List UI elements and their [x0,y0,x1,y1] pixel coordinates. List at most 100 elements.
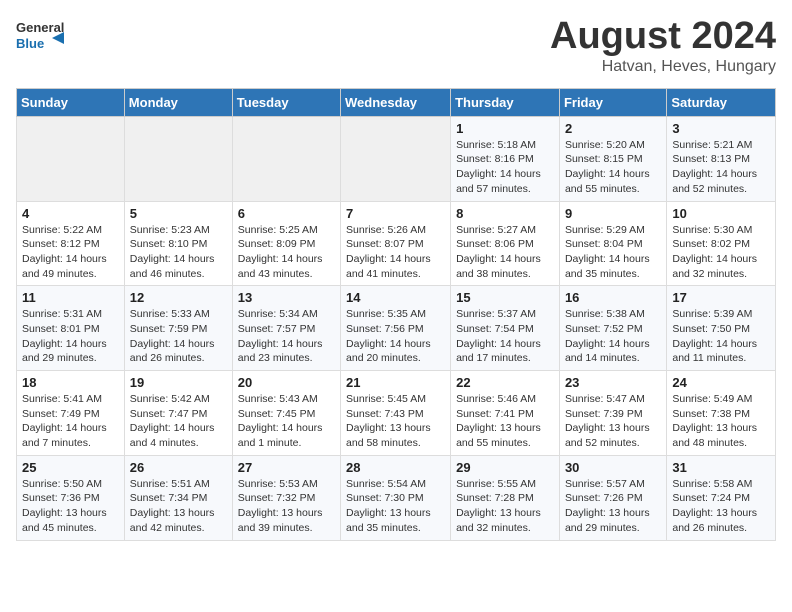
calendar-cell: 26 Sunrise: 5:51 AM Sunset: 7:34 PM Dayli… [124,455,232,540]
day-detail: Sunrise: 5:20 AM Sunset: 8:15 PM Dayligh… [565,138,661,197]
calendar-cell: 27 Sunrise: 5:53 AM Sunset: 7:32 PM Dayli… [232,455,340,540]
calendar-cell: 30 Sunrise: 5:57 AM Sunset: 7:26 PM Dayli… [559,455,666,540]
day-number: 18 [22,375,119,390]
calendar-cell: 3 Sunrise: 5:21 AM Sunset: 8:13 PM Daylig… [667,116,776,201]
weekday-header-row: SundayMondayTuesdayWednesdayThursdayFrid… [17,88,776,116]
day-number: 10 [672,206,770,221]
day-number: 6 [238,206,335,221]
day-detail: Sunrise: 5:23 AM Sunset: 8:10 PM Dayligh… [130,223,227,282]
day-detail: Sunrise: 5:47 AM Sunset: 7:39 PM Dayligh… [565,392,661,451]
calendar-cell: 17 Sunrise: 5:39 AM Sunset: 7:50 PM Dayli… [667,286,776,371]
day-number: 28 [346,460,445,475]
day-number: 27 [238,460,335,475]
calendar-cell: 13Sunrise: 5:34 AM Sunset: 7:57 PM Dayli… [232,286,340,371]
day-number: 23 [565,375,661,390]
day-detail: Sunrise: 5:25 AM Sunset: 8:09 PM Dayligh… [238,223,335,282]
day-number: 22 [456,375,554,390]
day-detail: Sunrise: 5:31 AM Sunset: 8:01 PM Dayligh… [22,307,119,366]
day-number: 29 [456,460,554,475]
day-detail: Sunrise: 5:30 AM Sunset: 8:02 PM Dayligh… [672,223,770,282]
day-detail: Sunrise: 5:55 AM Sunset: 7:28 PM Dayligh… [456,477,554,536]
day-detail: Sunrise: 5:21 AM Sunset: 8:13 PM Dayligh… [672,138,770,197]
day-number: 8 [456,206,554,221]
calendar-cell: 10 Sunrise: 5:30 AM Sunset: 8:02 PM Dayli… [667,201,776,286]
day-detail: Sunrise: 5:27 AM Sunset: 8:06 PM Dayligh… [456,223,554,282]
calendar-cell: 8 Sunrise: 5:27 AM Sunset: 8:06 PM Daylig… [451,201,560,286]
calendar-week-row: 25Sunrise: 5:50 AM Sunset: 7:36 PM Dayli… [17,455,776,540]
svg-text:General: General [16,20,64,35]
day-detail: Sunrise: 5:35 AM Sunset: 7:56 PM Dayligh… [346,307,445,366]
calendar-cell: 28 Sunrise: 5:54 AM Sunset: 7:30 PM Dayli… [341,455,451,540]
day-detail: Sunrise: 5:50 AM Sunset: 7:36 PM Dayligh… [22,477,119,536]
day-number: 21 [346,375,445,390]
title-block: August 2024 Hatvan, Heves, Hungary [550,16,776,76]
logo-icon: General Blue [16,16,64,58]
day-detail: Sunrise: 5:51 AM Sunset: 7:34 PM Dayligh… [130,477,227,536]
calendar-cell: 12 Sunrise: 5:33 AM Sunset: 7:59 PM Dayli… [124,286,232,371]
calendar-cell: 15Sunrise: 5:37 AM Sunset: 7:54 PM Dayli… [451,286,560,371]
day-number: 14 [346,290,445,305]
weekday-header-tuesday: Tuesday [232,88,340,116]
day-detail: Sunrise: 5:58 AM Sunset: 7:24 PM Dayligh… [672,477,770,536]
day-detail: Sunrise: 5:49 AM Sunset: 7:38 PM Dayligh… [672,392,770,451]
page-header: General Blue August 2024 Hatvan, Heves, … [16,16,776,76]
day-detail: Sunrise: 5:43 AM Sunset: 7:45 PM Dayligh… [238,392,335,451]
day-number: 4 [22,206,119,221]
day-number: 12 [130,290,227,305]
calendar-cell: 11 Sunrise: 5:31 AM Sunset: 8:01 PM Dayli… [17,286,125,371]
day-detail: Sunrise: 5:54 AM Sunset: 7:30 PM Dayligh… [346,477,445,536]
day-number: 3 [672,121,770,136]
calendar-cell: 25Sunrise: 5:50 AM Sunset: 7:36 PM Dayli… [17,455,125,540]
calendar-cell [232,116,340,201]
weekday-header-saturday: Saturday [667,88,776,116]
day-number: 11 [22,290,119,305]
day-number: 16 [565,290,661,305]
day-number: 30 [565,460,661,475]
day-number: 7 [346,206,445,221]
day-number: 31 [672,460,770,475]
day-detail: Sunrise: 5:33 AM Sunset: 7:59 PM Dayligh… [130,307,227,366]
calendar-cell: 29 Sunrise: 5:55 AM Sunset: 7:28 PM Dayli… [451,455,560,540]
calendar-cell: 9Sunrise: 5:29 AM Sunset: 8:04 PM Daylig… [559,201,666,286]
day-detail: Sunrise: 5:57 AM Sunset: 7:26 PM Dayligh… [565,477,661,536]
day-detail: Sunrise: 5:29 AM Sunset: 8:04 PM Dayligh… [565,223,661,282]
logo: General Blue [16,16,64,58]
calendar-cell: 19 Sunrise: 5:42 AM Sunset: 7:47 PM Dayli… [124,371,232,456]
calendar-cell: 2 Sunrise: 5:20 AM Sunset: 8:15 PM Daylig… [559,116,666,201]
calendar-cell: 21 Sunrise: 5:45 AM Sunset: 7:43 PM Dayli… [341,371,451,456]
weekday-header-friday: Friday [559,88,666,116]
svg-text:Blue: Blue [16,36,44,51]
calendar-cell: 22Sunrise: 5:46 AM Sunset: 7:41 PM Dayli… [451,371,560,456]
calendar-cell: 24 Sunrise: 5:49 AM Sunset: 7:38 PM Dayli… [667,371,776,456]
weekday-header-sunday: Sunday [17,88,125,116]
calendar-cell: 4Sunrise: 5:22 AM Sunset: 8:12 PM Daylig… [17,201,125,286]
day-number: 20 [238,375,335,390]
day-number: 19 [130,375,227,390]
day-number: 2 [565,121,661,136]
day-number: 24 [672,375,770,390]
day-detail: Sunrise: 5:45 AM Sunset: 7:43 PM Dayligh… [346,392,445,451]
calendar-cell [17,116,125,201]
calendar-cell: 16 Sunrise: 5:38 AM Sunset: 7:52 PM Dayli… [559,286,666,371]
day-number: 17 [672,290,770,305]
day-detail: Sunrise: 5:38 AM Sunset: 7:52 PM Dayligh… [565,307,661,366]
calendar-cell: 20 Sunrise: 5:43 AM Sunset: 7:45 PM Dayli… [232,371,340,456]
calendar-cell: 6 Sunrise: 5:25 AM Sunset: 8:09 PM Daylig… [232,201,340,286]
calendar-cell [124,116,232,201]
day-detail: Sunrise: 5:42 AM Sunset: 7:47 PM Dayligh… [130,392,227,451]
day-number: 26 [130,460,227,475]
day-detail: Sunrise: 5:18 AM Sunset: 8:16 PM Dayligh… [456,138,554,197]
day-number: 1 [456,121,554,136]
calendar-cell: 23 Sunrise: 5:47 AM Sunset: 7:39 PM Dayli… [559,371,666,456]
calendar-cell: 18Sunrise: 5:41 AM Sunset: 7:49 PM Dayli… [17,371,125,456]
day-detail: Sunrise: 5:53 AM Sunset: 7:32 PM Dayligh… [238,477,335,536]
calendar-title: August 2024 [550,16,776,58]
day-detail: Sunrise: 5:39 AM Sunset: 7:50 PM Dayligh… [672,307,770,366]
calendar-cell: 7 Sunrise: 5:26 AM Sunset: 8:07 PM Daylig… [341,201,451,286]
calendar-table: SundayMondayTuesdayWednesdayThursdayFrid… [16,88,776,541]
calendar-week-row: 4Sunrise: 5:22 AM Sunset: 8:12 PM Daylig… [17,201,776,286]
calendar-cell: 1 Sunrise: 5:18 AM Sunset: 8:16 PM Daylig… [451,116,560,201]
weekday-header-thursday: Thursday [451,88,560,116]
calendar-cell: 5Sunrise: 5:23 AM Sunset: 8:10 PM Daylig… [124,201,232,286]
day-detail: Sunrise: 5:26 AM Sunset: 8:07 PM Dayligh… [346,223,445,282]
